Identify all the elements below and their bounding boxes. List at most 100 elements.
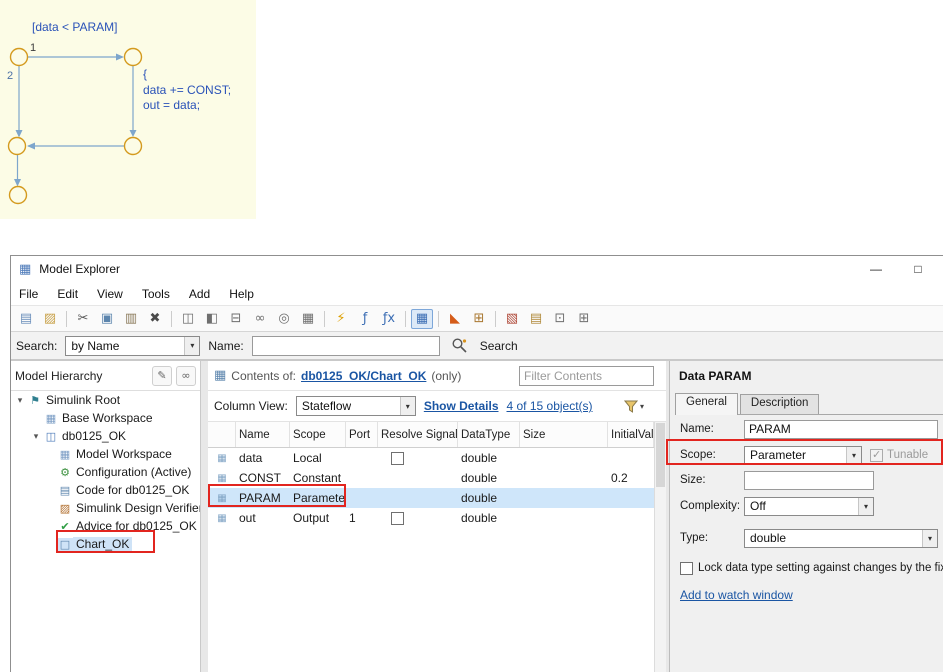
add-function-icon[interactable]: ƒx xyxy=(378,309,400,329)
table-row-data[interactable]: ▦ data Local double xyxy=(208,448,654,468)
menu-view[interactable]: View xyxy=(97,287,123,301)
add-event-icon[interactable]: ⚡ xyxy=(330,309,352,329)
dialog-pane-icon[interactable]: ◧ xyxy=(201,309,223,329)
object-count-link[interactable]: 4 of 15 object(s) xyxy=(507,399,593,413)
toolbar-separator xyxy=(66,310,67,327)
table-row-param[interactable]: ▦ PARAM Parameter double xyxy=(208,488,654,508)
left-splitter[interactable] xyxy=(201,361,208,672)
magnifier-icon xyxy=(452,338,467,353)
title-bar[interactable]: ▦ Model Explorer — □ xyxy=(11,256,943,282)
chevron-down-icon: ▾ xyxy=(858,497,873,515)
resolve-signal-checkbox[interactable] xyxy=(391,451,404,465)
expand-triangle-icon[interactable]: ▾ xyxy=(13,395,27,406)
tab-general[interactable]: General xyxy=(675,393,738,415)
tab-description[interactable]: Description xyxy=(739,394,820,414)
model-browser-pane-icon[interactable]: ◫ xyxy=(177,309,199,329)
junction-2[interactable] xyxy=(123,47,143,67)
paste-icon[interactable]: ▥ xyxy=(120,309,142,329)
lock-datatype-checkbox[interactable] xyxy=(680,561,693,575)
data-item-icon: ▦ xyxy=(217,472,227,484)
open-system-icon[interactable]: ▤ xyxy=(525,309,547,329)
menu-add[interactable]: Add xyxy=(189,287,210,301)
tree-item-model-workspace[interactable]: ▦ Model Workspace xyxy=(11,445,200,463)
open-model-icon[interactable]: ▨ xyxy=(39,309,61,329)
search-button[interactable] xyxy=(448,335,472,357)
table-row-out[interactable]: ▦ out Output 1 double xyxy=(208,508,654,528)
menu-edit[interactable]: Edit xyxy=(57,287,78,301)
table-row-const[interactable]: ▦ CONST Constant double 0.2 xyxy=(208,468,654,488)
new-model-icon[interactable]: ▤ xyxy=(15,309,37,329)
junction-3[interactable] xyxy=(7,136,27,156)
copy-icon[interactable]: ▣ xyxy=(96,309,118,329)
junction-1[interactable] xyxy=(9,47,29,67)
scope-label: Scope: xyxy=(680,449,716,461)
maximize-button[interactable]: □ xyxy=(896,256,940,282)
tree-item-label: db0125_OK xyxy=(62,429,127,443)
transition-number-2: 2 xyxy=(7,70,13,82)
expand-triangle-icon[interactable]: ▾ xyxy=(29,431,43,442)
tree-item-code-for-db0125-ok[interactable]: ▤ Code for db0125_OK xyxy=(11,481,200,499)
filter-options-button[interactable]: ▾ xyxy=(623,400,644,413)
column-view-icon[interactable]: ▦ xyxy=(411,308,433,329)
junction-5[interactable] xyxy=(8,185,28,205)
cut-icon[interactable]: ✂ xyxy=(72,309,94,329)
link-icon[interactable]: ∞ xyxy=(249,309,271,329)
column-header-datatype[interactable]: DataType xyxy=(458,422,520,447)
size-field[interactable] xyxy=(744,470,874,490)
cell-resolve-signal xyxy=(378,488,458,508)
tree-item-chart-ok[interactable]: □ Chart_OK xyxy=(11,535,200,553)
menu-tools[interactable]: Tools xyxy=(142,287,170,301)
tree-item-advice-for-db0125-ok[interactable]: ✔ Advice for db0125_OK xyxy=(11,517,200,535)
stateflow-canvas[interactable]: [data < PARAM] 1 2 { data += CONST; out … xyxy=(0,0,256,219)
filter-contents-input[interactable] xyxy=(519,365,654,386)
complexity-dropdown[interactable]: Off ▾ xyxy=(744,496,874,516)
tree-item-simulink-root[interactable]: ▾ ⚑ Simulink Root xyxy=(11,391,200,409)
scope-dropdown[interactable]: Parameter ▾ xyxy=(744,445,862,465)
binocular-icon[interactable]: ∞ xyxy=(176,365,196,386)
edit-icon[interactable]: ✎ xyxy=(152,365,172,386)
show-details-link[interactable]: Show Details xyxy=(424,399,499,413)
complexity-row: Complexity: Off ▾ xyxy=(680,496,943,516)
contents-target-link[interactable]: db0125_OK/Chart_OK xyxy=(301,369,426,383)
add-to-watch-link[interactable]: Add to watch window xyxy=(680,588,793,602)
junction-4[interactable] xyxy=(123,136,143,156)
column-header-name[interactable]: Name xyxy=(236,422,290,447)
main-area: Model Hierarchy ✎ ∞ ▾ ⚑ Simulink Root ▦ Base… xyxy=(11,360,943,672)
highlight-block-icon[interactable]: ▧ xyxy=(501,309,523,329)
paste-config-icon[interactable]: ⊞ xyxy=(573,309,595,329)
layout-options-icon[interactable]: ⊞ xyxy=(468,309,490,329)
delete-icon[interactable]: ✖ xyxy=(144,309,166,329)
column-header-resolve-signal[interactable]: Resolve Signal xyxy=(378,422,458,447)
column-header-size[interactable]: Size xyxy=(520,422,608,447)
code-icon: ▤ xyxy=(59,483,71,497)
type-combobox[interactable]: double ▾ xyxy=(744,528,938,548)
tree-item-configuration-active[interactable]: ⚙ Configuration (Active) xyxy=(11,463,200,481)
search-results-pane-icon[interactable]: ⊟ xyxy=(225,309,247,329)
search-mode-dropdown[interactable]: by Name ▾ xyxy=(65,335,201,356)
menu-file[interactable]: File xyxy=(19,287,38,301)
menu-help[interactable]: Help xyxy=(229,287,254,301)
column-header-initialvalu[interactable]: InitialValu xyxy=(608,422,654,447)
matlab-arrow-icon[interactable]: ◣ xyxy=(444,309,466,329)
column-view-dropdown[interactable]: Stateflow ▾ xyxy=(295,396,416,416)
name-field[interactable] xyxy=(744,419,938,439)
add-data-icon[interactable]: ƒ xyxy=(354,309,376,329)
search-text[interactable]: Search xyxy=(480,339,518,353)
grid-view-icon[interactable]: ▦ xyxy=(297,309,319,329)
tree-item-base-workspace[interactable]: ▦ Base Workspace xyxy=(11,409,200,427)
column-header-port[interactable]: Port xyxy=(346,422,378,447)
resolve-signal-checkbox[interactable] xyxy=(391,511,404,525)
dialog-tabs: General Description xyxy=(675,393,943,415)
tunable-checkbox[interactable] xyxy=(870,448,883,462)
tree-item-simulink-design-verifier[interactable]: ▨ Simulink Design Verifier xyxy=(11,499,200,517)
copy-config-icon[interactable]: ⊡ xyxy=(549,309,571,329)
cell-size xyxy=(520,488,608,508)
complexity-value: Off xyxy=(750,499,766,513)
compare-icon[interactable]: ◎ xyxy=(273,309,295,329)
dialog-title: Data PARAM xyxy=(679,369,752,383)
tree-item-db0125-ok[interactable]: ▾ ◫ db0125_OK xyxy=(11,427,200,445)
watch-row: Add to watch window xyxy=(680,585,943,605)
search-name-input[interactable] xyxy=(251,335,440,356)
column-header-scope[interactable]: Scope xyxy=(290,422,346,447)
minimize-button[interactable]: — xyxy=(854,256,898,282)
